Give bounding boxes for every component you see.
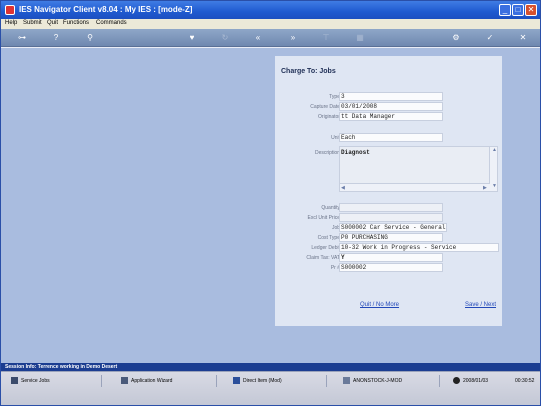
menu-functions[interactable]: Functions bbox=[63, 20, 89, 26]
ledger-debit-label: Ledger Debit bbox=[311, 245, 340, 251]
description-vertical-scrollbar[interactable]: ▲ ▼ bbox=[489, 147, 497, 191]
task-anonstock[interactable]: ANONSTOCK-J-MOD bbox=[343, 376, 402, 386]
description-horizontal-scrollbar[interactable]: ◀ ▶ bbox=[340, 183, 490, 191]
excl-unit-price-label: Excl Unit Price bbox=[307, 215, 340, 221]
claim-tax-vat-label: Claim Tax: VAT bbox=[306, 255, 340, 261]
app-logo-icon bbox=[5, 5, 15, 15]
scroll-right-icon[interactable]: ▶ bbox=[483, 185, 487, 191]
app-window: IES Navigator Client v8.04 : My IES : [m… bbox=[0, 0, 541, 406]
quit-no-more-link[interactable]: Quit / No More bbox=[360, 302, 399, 308]
scroll-up-icon[interactable]: ▲ bbox=[492, 147, 497, 153]
form-title: Charge To: Jobs bbox=[281, 68, 336, 75]
check-icon[interactable]: ✓ bbox=[485, 33, 495, 43]
task-direct-item[interactable]: Direct Item (Mod) bbox=[233, 376, 282, 386]
description-text: Diagnost bbox=[341, 149, 370, 156]
maximize-button[interactable]: □ bbox=[512, 4, 524, 16]
menu-submit[interactable]: Submit bbox=[23, 20, 42, 26]
menu-commands[interactable]: Commands bbox=[96, 20, 127, 26]
close-button[interactable]: ✕ bbox=[525, 4, 537, 16]
save-next-link[interactable]: Save / Next bbox=[465, 302, 496, 308]
bookmark-icon[interactable]: ⊤ bbox=[321, 33, 331, 43]
arrow-icon bbox=[233, 377, 240, 385]
charge-to-form: Charge To: Jobs Type 3 Capture Date 03/0… bbox=[275, 56, 502, 326]
scroll-left-icon[interactable]: ◀ bbox=[341, 185, 345, 191]
toolbar: ⊶ ? ⚲ ♥ ↻ « » ⊤ ▦ ⚙ ✓ ✕ bbox=[1, 29, 540, 47]
module-icon bbox=[343, 377, 350, 385]
unit-field[interactable]: Each bbox=[339, 133, 443, 142]
divider bbox=[216, 375, 217, 387]
description-label: Description bbox=[314, 150, 340, 156]
settings-icon[interactable]: ⚙ bbox=[451, 33, 461, 43]
quantity-field[interactable] bbox=[339, 203, 443, 212]
task-application-wizard[interactable]: Application Wizard bbox=[121, 376, 172, 386]
fast-forward-icon[interactable]: » bbox=[288, 33, 298, 43]
help-icon[interactable]: ? bbox=[51, 33, 61, 43]
task-service-jobs[interactable]: Service Jobs bbox=[11, 376, 50, 386]
description-textarea[interactable]: Diagnost ▲ ▼ ◀ ▶ bbox=[339, 146, 498, 192]
task-label: Application Wizard bbox=[131, 378, 173, 384]
rewind-icon[interactable]: « bbox=[253, 33, 263, 43]
divider bbox=[326, 375, 327, 387]
document-icon bbox=[11, 377, 18, 385]
clock: 2008/01/03 bbox=[453, 376, 488, 386]
divider bbox=[439, 375, 440, 387]
grid-icon[interactable]: ▦ bbox=[355, 33, 365, 43]
cancel-icon[interactable]: ✕ bbox=[518, 33, 528, 43]
excl-unit-price-field[interactable] bbox=[339, 213, 443, 222]
window-title: IES Navigator Client v8.04 : My IES : [m… bbox=[19, 5, 193, 14]
task-label: ANONSTOCK-J-MOD bbox=[353, 378, 403, 384]
capture-date-label: Capture Date bbox=[310, 104, 340, 110]
date-text: 2008/01/03 bbox=[463, 378, 489, 384]
minimize-button[interactable]: _ bbox=[499, 4, 511, 16]
divider bbox=[101, 375, 102, 387]
title-bar: IES Navigator Client v8.04 : My IES : [m… bbox=[1, 1, 540, 19]
task-label: Direct Item (Mod) bbox=[243, 378, 282, 384]
workspace: Charge To: Jobs Type 3 Capture Date 03/0… bbox=[1, 48, 540, 363]
job-field[interactable]: S000002 Car Service - General bbox=[339, 223, 447, 232]
heart-icon[interactable]: ♥ bbox=[187, 33, 197, 43]
quantity-label: Quantity bbox=[321, 205, 340, 211]
cost-type-label: Cost Type bbox=[317, 235, 340, 241]
time-text: 00:30:52 bbox=[515, 378, 535, 384]
pr-number-field[interactable]: S000002 bbox=[339, 263, 443, 272]
claim-tax-vat-field[interactable]: Y bbox=[339, 253, 443, 262]
originator-field[interactable]: tt Data Manager bbox=[339, 112, 443, 121]
search-icon[interactable]: ⚲ bbox=[85, 33, 95, 43]
menu-quit[interactable]: Quit bbox=[47, 20, 58, 26]
taskbar: Service Jobs Application Wizard Direct I… bbox=[1, 371, 540, 405]
capture-date-field[interactable]: 03/01/2008 bbox=[339, 102, 443, 111]
wizard-icon bbox=[121, 377, 128, 385]
refresh-icon[interactable]: ↻ bbox=[220, 33, 230, 43]
scroll-down-icon[interactable]: ▼ bbox=[492, 183, 497, 189]
originator-label: Originator bbox=[318, 114, 340, 120]
session-info-bar: Session Info: Terrence working in Demo D… bbox=[1, 363, 540, 371]
cost-type-field[interactable]: P0 PURCHASING bbox=[339, 233, 443, 242]
task-label: Service Jobs bbox=[21, 378, 50, 384]
key-icon[interactable]: ⊶ bbox=[11, 33, 33, 43]
menu-bar: Help Submit Quit Functions Commands bbox=[1, 19, 540, 29]
ledger-debit-field[interactable]: 10-32 Work in Progress - Service bbox=[339, 243, 499, 252]
menu-help[interactable]: Help bbox=[5, 20, 17, 26]
clock-icon bbox=[453, 377, 460, 385]
type-field[interactable]: 3 bbox=[339, 92, 443, 101]
